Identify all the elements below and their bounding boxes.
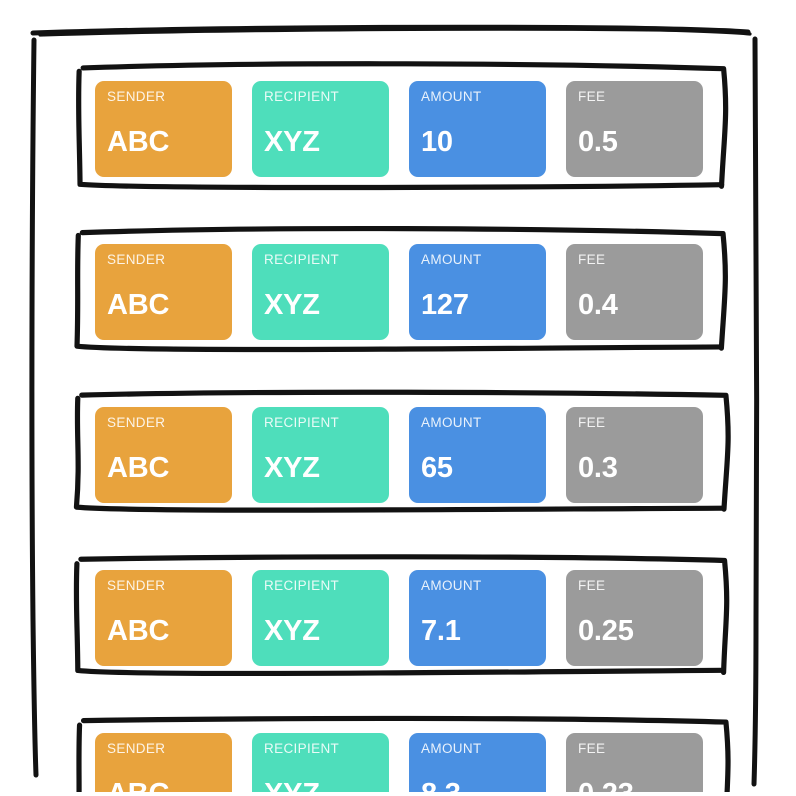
field-label-recipient: RECIPIENT (264, 578, 340, 593)
field-card-amount[interactable]: AMOUNT 65 (409, 407, 546, 503)
field-value-sender: ABC (107, 126, 170, 158)
transaction-row[interactable]: SENDER ABC RECIPIENT XYZ AMOUNT 127 FEE 0.4 (74, 225, 728, 353)
field-value-sender: ABC (107, 452, 170, 484)
field-value-fee: 0.5 (578, 126, 618, 158)
field-value-amount: 7.1 (421, 615, 461, 647)
field-card-recipient[interactable]: RECIPIENT XYZ (252, 570, 389, 666)
field-label-amount: AMOUNT (421, 89, 482, 104)
field-label-fee: FEE (578, 741, 606, 756)
field-card-sender[interactable]: SENDER ABC (95, 244, 232, 340)
field-value-fee: 0.23 (578, 780, 634, 793)
row-fields: SENDER ABC RECIPIENT XYZ AMOUNT 10 FEE 0.5 (95, 81, 703, 177)
field-card-fee[interactable]: FEE 0.4 (566, 244, 703, 340)
field-label-amount: AMOUNT (421, 252, 482, 267)
field-card-amount[interactable]: AMOUNT 7.1 (409, 570, 546, 666)
field-label-fee: FEE (578, 252, 606, 267)
field-card-sender[interactable]: SENDER ABC (95, 733, 232, 792)
field-value-recipient: XYZ (264, 615, 320, 647)
field-value-fee: 0.25 (578, 615, 634, 647)
transaction-row[interactable]: SENDER ABC RECIPIENT XYZ AMOUNT 7.1 FEE 0.25 (73, 554, 730, 678)
field-card-amount[interactable]: AMOUNT 127 (409, 244, 546, 340)
field-label-recipient: RECIPIENT (264, 741, 340, 756)
field-card-fee[interactable]: FEE 0.5 (566, 81, 703, 177)
field-value-amount: 10 (421, 126, 453, 158)
field-label-sender: SENDER (107, 89, 166, 104)
transaction-list-screen: SENDER ABC RECIPIENT XYZ AMOUNT 10 FEE 0.5 SENDE… (0, 0, 796, 796)
field-value-recipient: XYZ (264, 289, 320, 321)
field-label-fee: FEE (578, 89, 606, 104)
field-label-sender: SENDER (107, 741, 166, 756)
field-label-amount: AMOUNT (421, 741, 482, 756)
field-label-fee: FEE (578, 578, 606, 593)
outer-frame-left-edge (29, 37, 39, 778)
field-card-recipient[interactable]: RECIPIENT XYZ (252, 81, 389, 177)
field-card-amount[interactable]: AMOUNT 8.3 (409, 733, 546, 792)
field-label-recipient: RECIPIENT (264, 252, 340, 267)
field-label-amount: AMOUNT (421, 415, 482, 430)
field-card-fee[interactable]: FEE 0.3 (566, 407, 703, 503)
row-fields: SENDER ABC RECIPIENT XYZ AMOUNT 7.1 FEE 0.25 (95, 570, 703, 666)
field-value-sender: ABC (107, 289, 170, 321)
field-card-recipient[interactable]: RECIPIENT XYZ (252, 244, 389, 340)
transaction-row[interactable]: SENDER ABC RECIPIENT XYZ AMOUNT 10 FEE 0.5 (75, 61, 729, 191)
field-value-fee: 0.4 (578, 289, 618, 321)
field-card-sender[interactable]: SENDER ABC (95, 570, 232, 666)
field-value-sender: ABC (107, 615, 170, 647)
transaction-list-scroll-area[interactable]: SENDER ABC RECIPIENT XYZ AMOUNT 10 FEE 0.5 SENDE… (62, 40, 756, 792)
row-fields: SENDER ABC RECIPIENT XYZ AMOUNT 65 FEE 0.3 (95, 407, 703, 503)
field-value-fee: 0.3 (578, 452, 618, 484)
transaction-row[interactable]: SENDER ABC RECIPIENT XYZ AMOUNT 65 FEE 0.3 (73, 389, 731, 515)
field-value-amount: 8.3 (421, 780, 461, 793)
field-value-amount: 127 (421, 289, 469, 321)
field-value-recipient: XYZ (264, 126, 320, 158)
field-card-sender[interactable]: SENDER ABC (95, 81, 232, 177)
field-card-sender[interactable]: SENDER ABC (95, 407, 232, 503)
field-card-fee[interactable]: FEE 0.23 (566, 733, 703, 792)
field-label-amount: AMOUNT (421, 578, 482, 593)
transaction-row[interactable]: SENDER ABC RECIPIENT XYZ AMOUNT 8.3 FEE 0.23 (76, 715, 731, 792)
field-card-fee[interactable]: FEE 0.25 (566, 570, 703, 666)
field-value-sender: ABC (107, 780, 169, 793)
field-card-amount[interactable]: AMOUNT 10 (409, 81, 546, 177)
field-card-recipient[interactable]: RECIPIENT XYZ (252, 407, 389, 503)
row-fields: SENDER ABC RECIPIENT XYZ AMOUNT 8.3 FEE 0.23 (95, 733, 703, 792)
field-value-amount: 65 (421, 452, 453, 484)
field-label-recipient: RECIPIENT (264, 89, 340, 104)
field-label-sender: SENDER (107, 252, 166, 267)
outer-frame-top-edge (30, 24, 751, 36)
field-value-recipient: XYZ (264, 452, 320, 484)
field-label-fee: FEE (578, 415, 606, 430)
field-value-recipient: XYZ (264, 780, 320, 793)
field-card-recipient[interactable]: RECIPIENT XYZ (252, 733, 389, 792)
field-label-recipient: RECIPIENT (264, 415, 340, 430)
row-fields: SENDER ABC RECIPIENT XYZ AMOUNT 127 FEE 0.4 (95, 244, 703, 340)
field-label-sender: SENDER (107, 415, 166, 430)
outer-frame-top-edge-overstroke (38, 27, 752, 37)
field-label-sender: SENDER (107, 578, 166, 593)
